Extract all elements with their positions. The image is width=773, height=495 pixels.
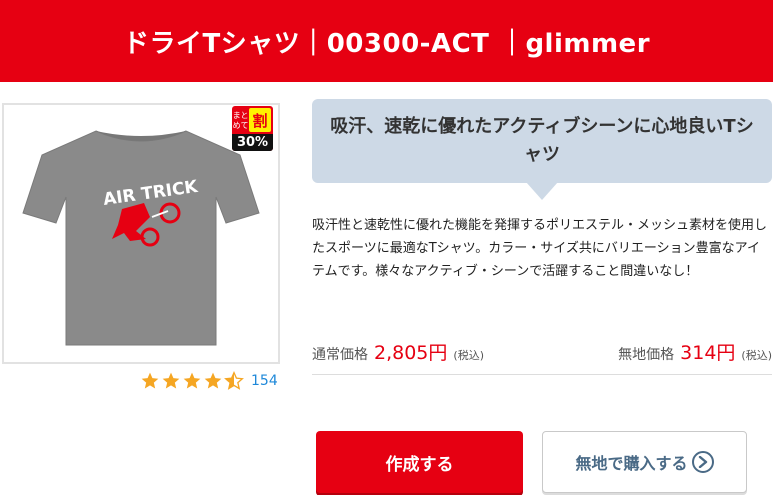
badge-big-text: 割 [249, 108, 271, 132]
divider [312, 374, 772, 375]
create-button-label: 作成する [385, 454, 454, 475]
plain-price-label: 無地価格 [618, 347, 675, 363]
price-row: 通常価格 2,805円 (税込) 無地価格 314円 (税込) [312, 338, 772, 370]
buy-plain-button[interactable]: 無地で購入する [542, 431, 747, 493]
page-title: ドライTシャツ｜00300-ACT ｜glimmer [122, 28, 651, 59]
star-icon [162, 372, 180, 389]
review-count[interactable]: 154 [251, 373, 278, 389]
buy-plain-button-label: 無地で購入する [575, 454, 688, 473]
create-button[interactable]: 作成する [316, 431, 523, 493]
star-icon [183, 372, 201, 389]
star-icon [204, 372, 222, 389]
badge-percent: 30% [232, 134, 273, 151]
star-half-icon [224, 371, 244, 390]
star-icon [141, 372, 159, 389]
regular-price-value: 2,805円 [374, 342, 448, 364]
catchphrase-text: 吸汗、速乾に優れたアクティブシーンに心地良いTシャツ [330, 116, 754, 165]
catchphrase-bubble: 吸汗、速乾に優れたアクティブシーンに心地良いTシャツ [312, 99, 772, 183]
bubble-tail [526, 182, 558, 200]
discount-badge: まと めて 割 30% [232, 106, 273, 151]
regular-price-label: 通常価格 [312, 347, 368, 363]
page-header: ドライTシャツ｜00300-ACT ｜glimmer [0, 0, 773, 82]
plain-price-value: 314円 [680, 342, 736, 364]
regular-price-tax: (税込) [453, 349, 484, 362]
chevron-right-circle-icon [691, 451, 714, 473]
plain-price-tax: (税込) [741, 349, 772, 362]
product-description: 吸汗性と速乾性に優れた機能を発揮するポリエステル・メッシュ素材を使用したスポーツ… [312, 218, 768, 279]
badge-small-text: まと めて [232, 111, 249, 130]
regular-price: 通常価格 2,805円 (税込) [312, 338, 484, 365]
plain-price: 無地価格 314円 (税込) [618, 338, 772, 365]
rating: 154 [140, 371, 278, 391]
